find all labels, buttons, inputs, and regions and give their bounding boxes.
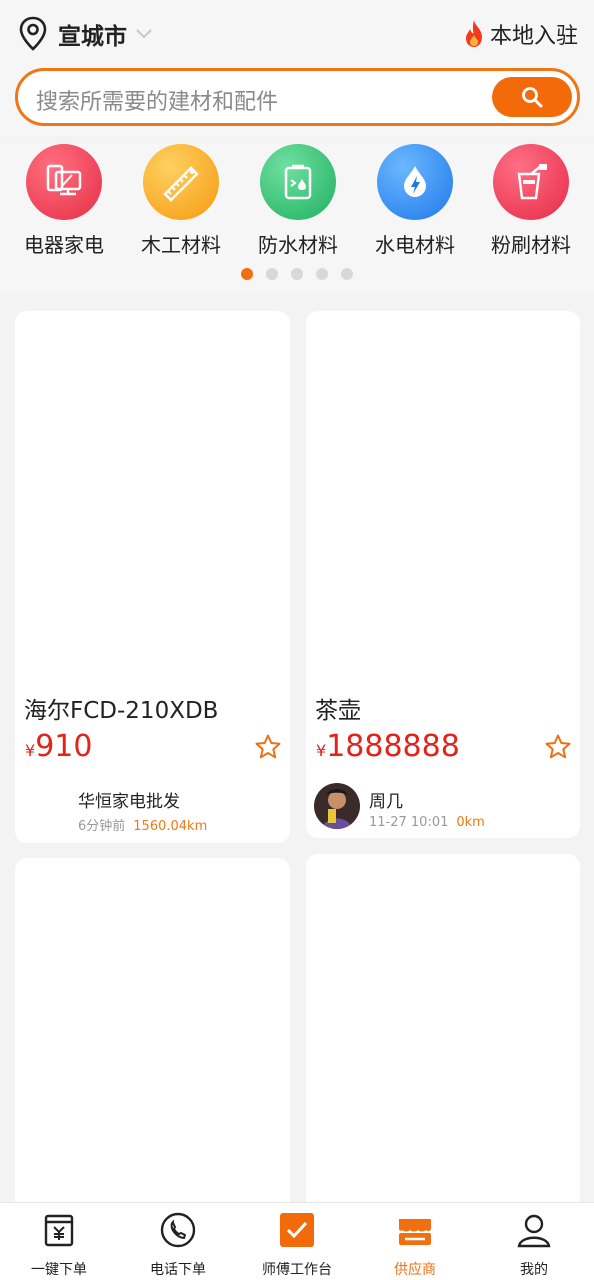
product-price: ¥1888888 [316, 729, 460, 764]
category-label: 木工材料 [141, 233, 221, 257]
category-label: 水电材料 [375, 233, 455, 257]
product-card[interactable]: 茶壶 ¥1888888 周几 11-27 10:01 0km [306, 311, 580, 838]
category-label: 电器家电 [24, 233, 104, 257]
category-painting[interactable]: 粉刷材料 [471, 144, 591, 258]
category-label: 粉刷材料 [491, 233, 571, 257]
search-button[interactable] [492, 77, 572, 117]
order-receipt-icon [44, 1214, 74, 1247]
carousel-dot[interactable] [341, 268, 353, 280]
phone-icon [160, 1212, 196, 1248]
tab-label: 师傅工作台 [262, 1262, 332, 1278]
seller-name: 周几 [369, 792, 403, 812]
tab-phone-order[interactable]: 电话下单 [119, 1211, 237, 1279]
carousel-dot[interactable] [291, 268, 303, 280]
appliance-icon [26, 144, 102, 220]
local-entry-label: 本地入驻 [489, 24, 578, 49]
tab-one-click-order[interactable]: 一键下单 [0, 1211, 118, 1279]
checkbox-icon [280, 1213, 314, 1247]
carousel-indicator [0, 268, 594, 280]
currency-symbol: ¥ [25, 741, 36, 760]
seller-name: 华恒家电批发 [78, 792, 180, 812]
post-time: 11-27 10:01 [369, 815, 449, 830]
paint-bucket-icon [493, 144, 569, 220]
distance: 0km [456, 815, 485, 830]
carousel-dot[interactable] [266, 268, 278, 280]
waterproof-bucket-icon [260, 144, 336, 220]
favorite-star-icon[interactable] [544, 733, 572, 761]
carousel-dot[interactable] [316, 268, 328, 280]
local-entry-button[interactable]: 本地入驻 [462, 18, 578, 50]
price-value: 1888888 [326, 729, 460, 764]
seller-avatar[interactable] [314, 783, 360, 829]
city-name: 宣城市 [58, 24, 127, 50]
product-card[interactable] [15, 858, 290, 1218]
tab-label: 电话下单 [150, 1262, 206, 1278]
carousel-dot-active[interactable] [241, 268, 253, 280]
search-icon [522, 87, 543, 108]
saw-icon [143, 144, 219, 220]
category-grid: 电器家电 木工材料 防水材料 水电材料 粉刷材料 [0, 144, 594, 294]
category-appliances[interactable]: 电器家电 [4, 144, 124, 258]
product-title: 茶壶 [315, 698, 361, 724]
product-title: 海尔FCD-210XDB [24, 698, 219, 724]
tab-label: 供应商 [394, 1262, 436, 1278]
search-bar[interactable]: 搜索所需要的建材和配件 [15, 68, 580, 126]
product-price: ¥910 [25, 729, 92, 764]
currency-symbol: ¥ [316, 741, 327, 760]
category-label: 防水材料 [258, 233, 338, 257]
user-icon [517, 1214, 551, 1248]
product-card[interactable] [306, 854, 580, 1218]
category-waterproof[interactable]: 防水材料 [238, 144, 358, 258]
search-input[interactable]: 搜索所需要的建材和配件 [36, 84, 278, 116]
price-value: 910 [35, 729, 93, 764]
post-time: 6分钟前 [78, 819, 126, 834]
listing-meta: 6分钟前 1560.04km [78, 815, 207, 834]
bottom-tab-bar: 一键下单 电话下单 师傅工作台 供应商 我的 [0, 1202, 594, 1280]
category-woodwork[interactable]: 木工材料 [121, 144, 241, 258]
product-card[interactable]: 海尔FCD-210XDB ¥910 华恒家电批发 6分钟前 1560.04km [15, 311, 290, 843]
listing-meta: 11-27 10:01 0km [369, 815, 485, 830]
water-drop-bolt-icon [377, 144, 453, 220]
distance: 1560.04km [133, 819, 208, 834]
tab-label: 一键下单 [31, 1262, 87, 1278]
tab-label: 我的 [520, 1262, 548, 1278]
top-bar: 宣城市 本地入驻 搜索所需要的建材和配件 [0, 0, 594, 136]
chevron-down-icon [136, 29, 152, 39]
favorite-star-icon[interactable] [254, 733, 282, 761]
city-selector[interactable]: 宣城市 [18, 16, 153, 52]
tab-master-workbench[interactable]: 师傅工作台 [238, 1211, 356, 1279]
tab-supplier[interactable]: 供应商 [356, 1211, 474, 1279]
store-icon [399, 1219, 431, 1245]
flame-icon [465, 20, 482, 47]
tab-mine[interactable]: 我的 [475, 1211, 593, 1279]
category-plumbing-electric[interactable]: 水电材料 [355, 144, 475, 258]
location-pin-icon [19, 16, 47, 51]
